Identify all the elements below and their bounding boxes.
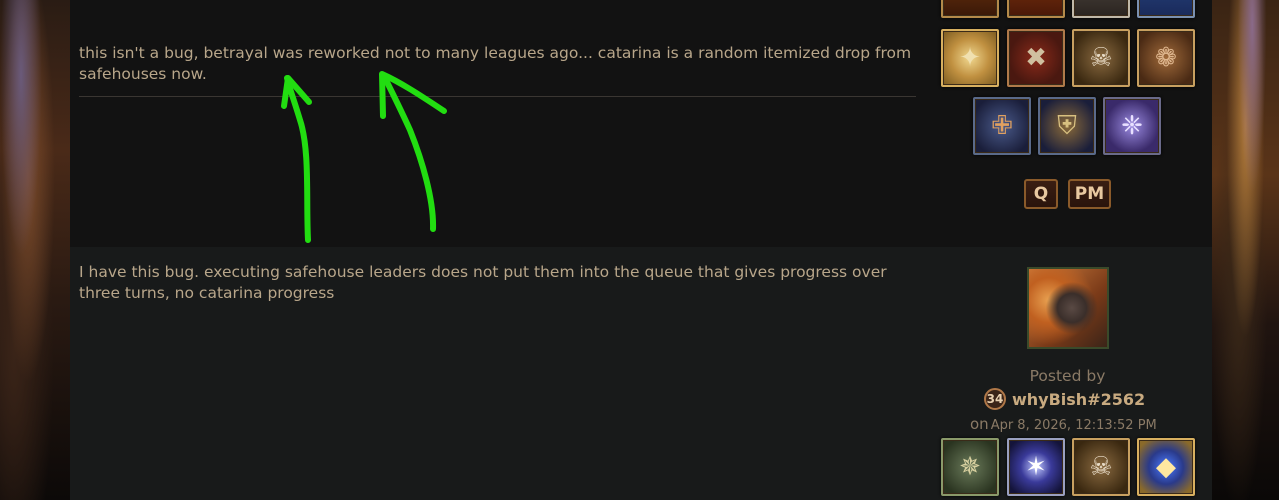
cross-badge: ✖	[1007, 29, 1065, 87]
skull-badge: ☠	[1072, 438, 1130, 496]
right-background-art	[1212, 0, 1279, 500]
crystal-badge: ❈	[1103, 97, 1161, 155]
left-background-art	[0, 0, 70, 500]
achievement-badge	[941, 0, 999, 18]
quote-button[interactable]: Q	[1024, 179, 1058, 209]
skull-badge: ☠	[1072, 29, 1130, 87]
on-label: on	[970, 415, 989, 433]
star-badge: ✶	[1007, 438, 1065, 496]
date-value: Apr 8, 2026, 12:13:52 PM	[990, 418, 1157, 433]
post-body: this isn't a bug, betrayal was reworked …	[79, 44, 912, 83]
user-avatar[interactable]	[1027, 267, 1109, 349]
author-link[interactable]: whyBish#2562	[1012, 390, 1145, 409]
achievement-badge	[1072, 0, 1130, 18]
level-badge: 34	[984, 388, 1006, 410]
author-row: 34 whyBish#2562	[984, 387, 1145, 411]
achievement-badge	[1007, 0, 1065, 18]
shield-badge: ✦	[941, 29, 999, 87]
post-divider	[79, 96, 916, 97]
helmet-badge: ⛨	[1038, 97, 1096, 155]
beast-badge: ❁	[1137, 29, 1195, 87]
posted-by-label: Posted by	[1029, 367, 1106, 385]
forum-thread: this isn't a bug, betrayal was reworked …	[70, 0, 1212, 500]
post-date: on Apr 8, 2026, 12:13:52 PM	[970, 415, 1157, 433]
achievement-badge	[1137, 0, 1195, 18]
jewel-badge: ◆	[1137, 438, 1195, 496]
forum-post: this isn't a bug, betrayal was reworked …	[70, 0, 1212, 247]
forum-post: I have this bug. executing safehouse lea…	[70, 247, 1212, 500]
compass-badge: ✵	[941, 438, 999, 496]
totem-badge: ✙	[973, 97, 1031, 155]
post-body: I have this bug. executing safehouse lea…	[79, 263, 887, 302]
private-message-button[interactable]: PM	[1068, 179, 1111, 209]
